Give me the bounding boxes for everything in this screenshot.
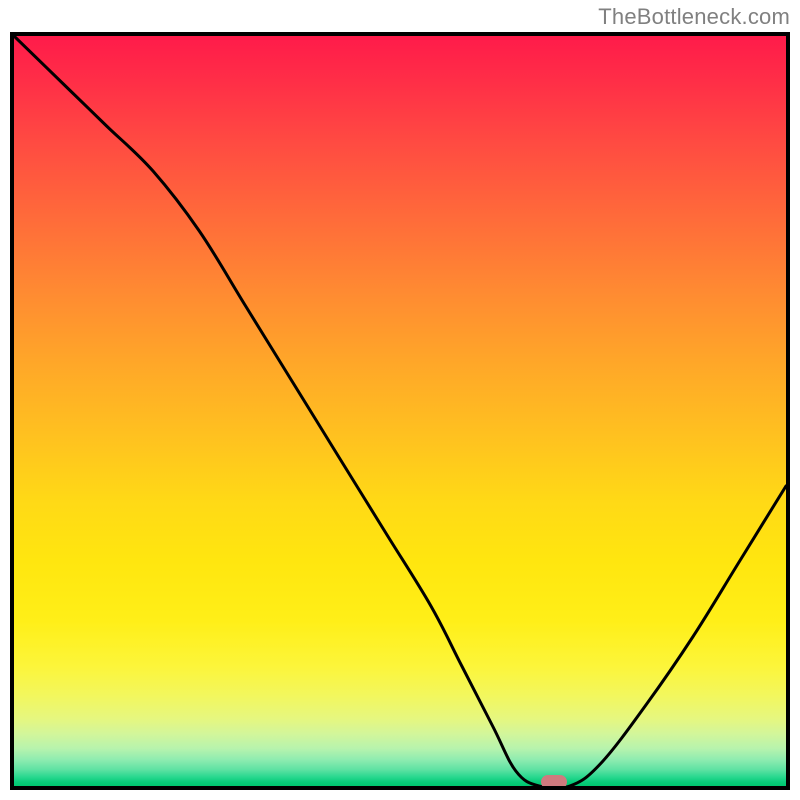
- watermark-text: TheBottleneck.com: [598, 4, 790, 30]
- plot-area: [10, 32, 790, 790]
- optimum-marker: [541, 775, 567, 789]
- chart-frame: TheBottleneck.com: [0, 0, 800, 800]
- bottleneck-curve: [14, 36, 786, 786]
